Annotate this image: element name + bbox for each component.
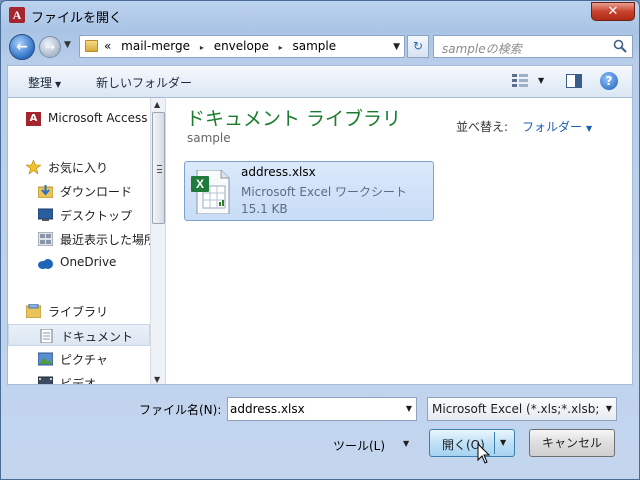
organize-menu[interactable]: 整理 ▼: [28, 74, 61, 91]
chevron-right-icon[interactable]: ▸: [279, 43, 283, 52]
sidebar-item-label: 最近表示した場所: [60, 233, 150, 247]
breadcrumb-overflow[interactable]: «: [104, 39, 111, 53]
address-bar[interactable]: « mail-merge ▸ envelope ▸ sample ▼: [79, 35, 405, 58]
sort-label: 並べ替え:: [456, 120, 509, 134]
file-name: address.xlsx: [241, 165, 316, 179]
pictures-icon: [38, 352, 53, 366]
excel-file-icon: X: [191, 170, 230, 214]
videos-icon: [38, 376, 53, 384]
open-split-button[interactable]: 開く(O) ▼: [429, 429, 515, 457]
navigation-pane: A Microsoft Access お気に入り ダウンロード デスクトップ 最…: [7, 97, 165, 385]
organize-label: 整理: [28, 76, 53, 90]
sidebar-item-documents[interactable]: ドキュメント: [8, 324, 150, 346]
svg-text:X: X: [196, 177, 204, 191]
tools-dropdown-icon[interactable]: ▼: [403, 439, 409, 448]
filename-label: ファイル名(N):: [139, 403, 222, 417]
file-size: 15.1 KB: [241, 202, 288, 216]
sidebar-item-desktop[interactable]: デスクトップ: [8, 204, 150, 226]
sidebar-item-recent-places[interactable]: 最近表示した場所: [8, 228, 150, 250]
navigation-row: ← → ▼ « mail-merge ▸ envelope ▸ sample ▼…: [7, 33, 633, 61]
file-type-filter-select[interactable]: Microsoft Excel (*.xls;*.xlsb; ▼: [427, 397, 617, 421]
new-folder-button[interactable]: 新しいフォルダー: [96, 74, 192, 91]
sort-by-dropdown[interactable]: フォルダー ▼: [522, 118, 592, 135]
sidebar-item-label: Microsoft Access: [48, 111, 148, 125]
chevron-down-icon[interactable]: ▼: [406, 404, 412, 413]
sort-value: フォルダー: [522, 120, 583, 134]
sidebar-item-microsoft-access[interactable]: A Microsoft Access: [8, 108, 150, 130]
documents-icon: [40, 329, 53, 343]
view-dropdown-icon[interactable]: ▼: [538, 76, 544, 85]
search-placeholder: sampleの検索: [442, 42, 522, 56]
favorites-star-icon: [26, 160, 41, 174]
access-icon: A: [26, 112, 41, 126]
folder-icon: [85, 40, 98, 52]
breadcrumb-mail-merge[interactable]: mail-merge: [121, 39, 190, 53]
change-view-icon[interactable]: [512, 74, 528, 88]
forward-button[interactable]: →: [39, 36, 61, 58]
close-button[interactable]: ✕: [591, 2, 635, 21]
sidebar-item-label: お気に入り: [48, 161, 109, 175]
onedrive-cloud-icon: [38, 259, 53, 269]
filename-combobox[interactable]: ▼: [227, 397, 417, 421]
back-button[interactable]: ←: [9, 34, 35, 60]
preview-pane-icon[interactable]: [566, 74, 582, 88]
help-icon[interactable]: ?: [600, 72, 618, 90]
dialog-footer: ファイル名(N): ▼ Microsoft Excel (*.xls;*.xls…: [1, 387, 639, 479]
sidebar-item-libraries[interactable]: ライブラリ: [8, 300, 150, 322]
desktop-icon: [38, 208, 53, 221]
scrollbar-thumb[interactable]: [152, 112, 165, 224]
sidebar-item-label: ピクチャ: [60, 353, 108, 367]
mouse-cursor-icon: [477, 443, 491, 464]
scroll-down-icon[interactable]: ▼: [154, 375, 160, 384]
open-options-dropdown-icon[interactable]: ▼: [500, 438, 506, 447]
sidebar-item-videos[interactable]: ビデオ: [8, 372, 150, 385]
breadcrumb-envelope[interactable]: envelope: [214, 39, 269, 53]
breadcrumb-sample[interactable]: sample: [293, 39, 337, 53]
scroll-up-icon[interactable]: ▲: [154, 100, 160, 109]
sidebar-item-downloads[interactable]: ダウンロード: [8, 180, 150, 202]
recent-pages-dropdown[interactable]: ▼: [64, 40, 71, 50]
chevron-down-icon: ▼: [55, 80, 62, 89]
library-subtitle: sample: [187, 131, 231, 145]
filename-input[interactable]: [230, 400, 398, 418]
refresh-button[interactable]: ↻: [407, 35, 429, 58]
open-file-dialog: A ファイルを開く ✕ ← → ▼ « mail-merge ▸ envelop…: [0, 0, 640, 480]
sidebar-item-label: ドキュメント: [61, 330, 134, 344]
sidebar-item-pictures[interactable]: ピクチャ: [8, 348, 150, 370]
navigation-scrollbar[interactable]: ▲ ▼: [150, 98, 165, 384]
window-title: ファイルを開く: [31, 11, 123, 26]
chevron-down-icon: ▼: [586, 124, 593, 133]
address-dropdown-icon[interactable]: ▼: [393, 42, 400, 52]
downloads-icon: [38, 185, 53, 198]
sidebar-item-label: ダウンロード: [60, 185, 133, 199]
tools-menu[interactable]: ツール(L): [333, 437, 385, 454]
library-title: ドキュメント ライブラリ: [186, 108, 402, 130]
libraries-icon: [26, 304, 41, 318]
chevron-right-icon[interactable]: ▸: [200, 43, 204, 52]
file-type: Microsoft Excel ワークシート: [241, 185, 408, 199]
split-divider: [494, 432, 495, 454]
breadcrumb: « mail-merge ▸ envelope ▸ sample: [104, 39, 342, 53]
command-bar: 整理 ▼ 新しいフォルダー ▼ ?: [7, 65, 633, 97]
recent-places-icon: [38, 232, 53, 246]
sidebar-item-onedrive[interactable]: OneDrive: [8, 252, 150, 274]
file-item-address-xlsx[interactable]: X address.xlsx Microsoft Excel ワークシート 15…: [184, 161, 434, 221]
search-input[interactable]: sampleの検索: [433, 35, 633, 58]
sidebar-item-label: ビデオ: [60, 377, 97, 385]
access-app-icon: A: [9, 7, 25, 23]
sidebar-item-label: ライブラリ: [48, 305, 109, 319]
chevron-down-icon: ▼: [605, 404, 612, 413]
search-icon[interactable]: [613, 39, 627, 53]
sidebar-item-favorites[interactable]: お気に入り: [8, 156, 150, 178]
sidebar-item-label: OneDrive: [60, 255, 117, 269]
sidebar-item-label: デスクトップ: [60, 209, 133, 223]
title-bar: A ファイルを開く ✕: [1, 1, 639, 31]
file-list-pane: ドキュメント ライブラリ sample 並べ替え: フォルダー ▼ X addre…: [165, 97, 633, 385]
cancel-button[interactable]: キャンセル: [529, 429, 615, 457]
file-type-filter-value: Microsoft Excel (*.xls;*.xlsb;: [432, 402, 598, 416]
